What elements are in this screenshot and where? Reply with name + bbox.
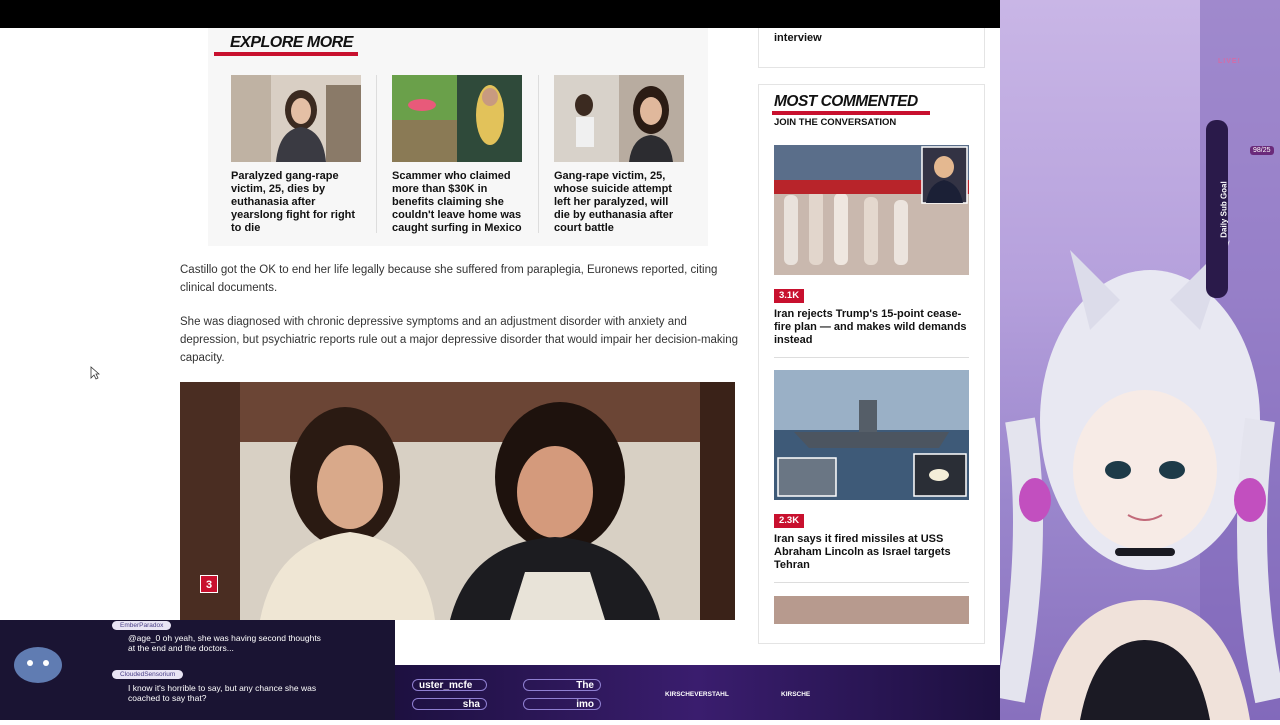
explore-more-module: EXPLORE MORE Paralyzed gang-rape victim,… [208,28,708,246]
most-commented-thumbnail[interactable] [774,145,969,275]
streamer-handle: KIRSCHEVERSTAHL [665,691,729,698]
chat-message: @age_0 oh yeah, she was having second th… [128,633,321,653]
explore-card-thumbnail[interactable] [392,75,522,162]
ticker-pill: imo [523,698,601,710]
chat-mascot-icon [8,630,68,695]
most-commented-headline[interactable]: Iran rejects Trump's 15-point cease-fire… [774,308,969,347]
sub-goal-label: Daily Sub Goal [1219,181,1229,238]
explore-card-headline[interactable]: Gang-rape victim, 25, whose suicide atte… [554,170,686,235]
explore-title: EXPLORE MORE [230,34,353,51]
explore-card[interactable]: Scammer who claimed more than $30K in be… [392,75,524,235]
mouse-cursor-icon [90,366,101,385]
article-paragraph: Castillo got the OK to end her life lega… [180,264,718,294]
ticker-pill: sha [412,698,487,710]
comment-count-badge: 3.1K [774,289,805,303]
card-divider [538,75,539,233]
chat-username: EmberParadox [112,621,172,630]
most-commented-thumbnail[interactable] [774,596,969,624]
stream-chat-box: EmberParadox @age_0 oh yeah, she was hav… [0,620,395,720]
stream-ticker: uster_mcfe The sha imo KIRSCHEVERSTAHL K… [395,665,1000,720]
explore-card-thumbnail[interactable] [554,75,684,162]
list-divider [774,582,969,583]
explore-title-rule [214,52,358,56]
list-divider [774,357,969,358]
most-commented-headline[interactable]: Iran says it fired missiles at USS Abrah… [774,533,969,572]
explore-card-thumbnail[interactable] [231,75,361,162]
article-paragraph: She was diagnosed with chronic depressiv… [180,316,739,364]
sub-goal-count: 98/25 [1250,146,1274,155]
previous-widget-text[interactable]: interview [774,32,822,44]
most-commented-rule [772,111,930,115]
article-photo[interactable]: 3 [180,382,735,620]
previous-widget[interactable]: interview [758,28,985,68]
explore-card-headline[interactable]: Paralyzed gang-rape victim, 25, dies by … [231,170,363,235]
explore-card-headline[interactable]: Scammer who claimed more than $30K in be… [392,170,524,235]
photo-gallery-number[interactable]: 3 [200,575,218,593]
most-commented-title: MOST COMMENTED [774,93,918,110]
explore-card[interactable]: Gang-rape victim, 25, whose suicide atte… [554,75,686,235]
card-divider [376,75,377,233]
chat-username: CloudedSensorium [112,670,184,679]
most-commented-thumbnail[interactable] [774,370,969,500]
ticker-pill: uster_mcfe [412,679,487,691]
join-conversation-label: JOIN THE CONVERSATION [774,117,897,128]
comment-count-badge: 2.3K [774,514,805,528]
explore-card[interactable]: Paralyzed gang-rape victim, 25, dies by … [231,75,363,235]
live-label: LIVE! [1218,58,1241,65]
chat-message: I know it's horrible to say, but any cha… [128,683,317,703]
ticker-pill: The [523,679,601,691]
vtuber-overlay [995,0,1280,720]
streamer-handle: KIRSCHE [781,691,811,698]
